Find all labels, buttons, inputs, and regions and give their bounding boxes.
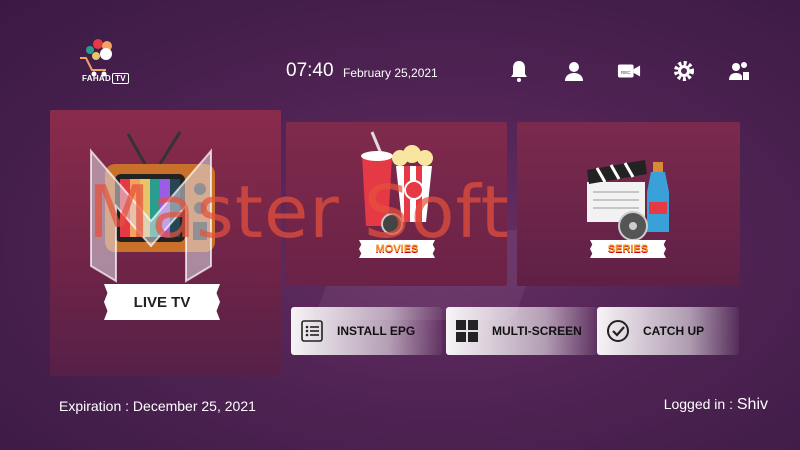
series-tile[interactable]: SERIES xyxy=(517,122,740,286)
clock-time: 07:40 xyxy=(286,60,334,81)
check-circle-icon xyxy=(605,318,631,344)
movies-tile[interactable]: MOVIES xyxy=(286,122,507,286)
tv-illustration-icon xyxy=(105,131,215,252)
multi-screen-button[interactable]: MULTI-SCREEN xyxy=(446,307,598,355)
svg-text:REC: REC xyxy=(621,70,631,75)
popcorn-illustration-icon xyxy=(361,131,433,235)
multi-screen-label: MULTI-SCREEN xyxy=(492,324,582,338)
catch-up-label: CATCH UP xyxy=(643,324,705,338)
series-label: SERIES xyxy=(590,240,666,258)
live-tv-tile[interactable]: LIVE TV xyxy=(50,110,281,376)
logo-text: FAHAD TV xyxy=(82,73,129,84)
live-tv-label: LIVE TV xyxy=(104,284,220,320)
expiration-text: Expiration : December 25, 2021 xyxy=(59,398,256,414)
movies-label: MOVIES xyxy=(359,240,435,258)
settings-icon[interactable] xyxy=(671,58,697,84)
grid-icon xyxy=(454,318,480,344)
logged-in-text: Logged in : Shiv xyxy=(663,396,768,413)
logged-in-user: Shiv xyxy=(736,396,768,413)
bell-icon[interactable] xyxy=(506,58,532,84)
clock-date: February 25,2021 xyxy=(343,66,438,80)
user-icon[interactable] xyxy=(561,58,587,84)
switch-user-icon[interactable] xyxy=(726,58,752,84)
top-icon-bar: REC xyxy=(506,58,781,84)
install-epg-button[interactable]: INSTALL EPG xyxy=(291,307,442,355)
list-icon xyxy=(299,318,325,344)
catch-up-button[interactable]: CATCH UP xyxy=(597,307,739,355)
install-epg-label: INSTALL EPG xyxy=(337,324,416,338)
record-icon[interactable]: REC xyxy=(616,58,642,84)
clapperboard-illustration-icon xyxy=(587,160,669,241)
